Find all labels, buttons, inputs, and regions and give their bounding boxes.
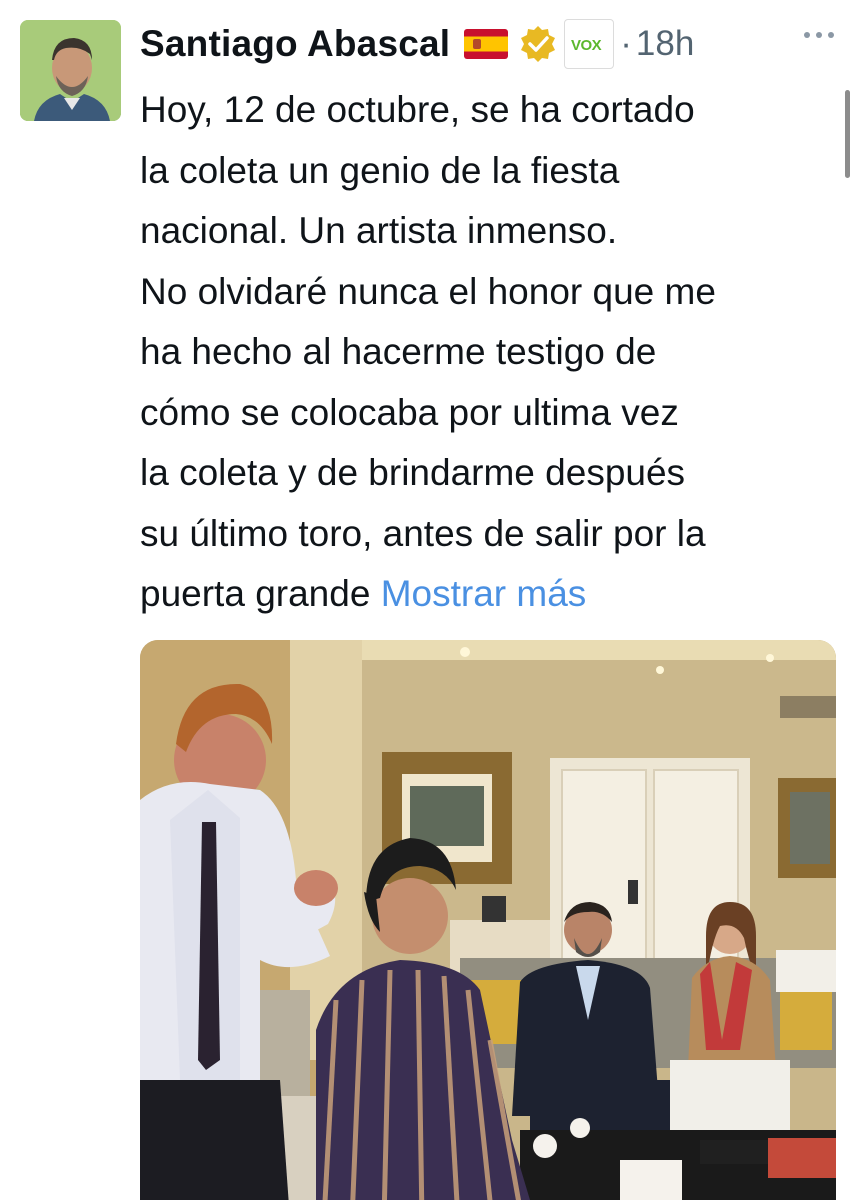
avatar-photo-icon xyxy=(20,20,121,121)
verified-badge-icon xyxy=(521,26,556,62)
tweet-line: cómo se colocaba por ultima vez xyxy=(140,391,679,433)
tweet-text: Hoy, 12 de octubre, se ha cortado la col… xyxy=(140,80,840,625)
show-more-link[interactable]: Mostrar más xyxy=(381,573,587,614)
tweet-detail-screen: Santiago Abascal VOX · 18h Hoy, 12 de oc… xyxy=(0,0,856,1200)
tweet-line-text: puerta grande xyxy=(140,573,371,614)
scrollbar[interactable] xyxy=(845,90,850,178)
tweet-photo[interactable] xyxy=(140,640,836,1200)
tweet-line-last: puerta grande Mostrar más xyxy=(140,564,840,625)
vox-logo-icon: VOX xyxy=(571,37,602,54)
spain-flag-icon xyxy=(464,29,509,59)
author-avatar[interactable] xyxy=(20,20,121,121)
tweet-timestamp[interactable]: 18h xyxy=(636,24,694,64)
photo-scene-icon xyxy=(140,640,836,1200)
tweet-line: la coleta y de brindarme después xyxy=(140,452,686,493)
author-name[interactable]: Santiago Abascal xyxy=(140,23,450,65)
more-options-icon[interactable] xyxy=(804,28,834,42)
tweet-line: su último toro, antes de salir por la xyxy=(140,512,706,554)
tweet-separator: · xyxy=(620,24,632,63)
svg-text:VOX: VOX xyxy=(571,37,602,54)
tweet-line: nacional. Un artista inmenso. xyxy=(140,210,618,251)
vox-party-badge-icon[interactable]: VOX xyxy=(564,19,615,69)
tweet-line: Hoy, 12 de octubre, se ha cortado xyxy=(140,89,695,130)
tweet-header: Santiago Abascal VOX · 18h xyxy=(140,12,694,76)
tweet-line: ha hecho al hacerme testigo de xyxy=(140,331,657,372)
tweet-line: No olvidaré nunca el honor que me xyxy=(140,270,716,312)
tweet-line: la coleta un genio de la fiesta xyxy=(140,149,620,191)
